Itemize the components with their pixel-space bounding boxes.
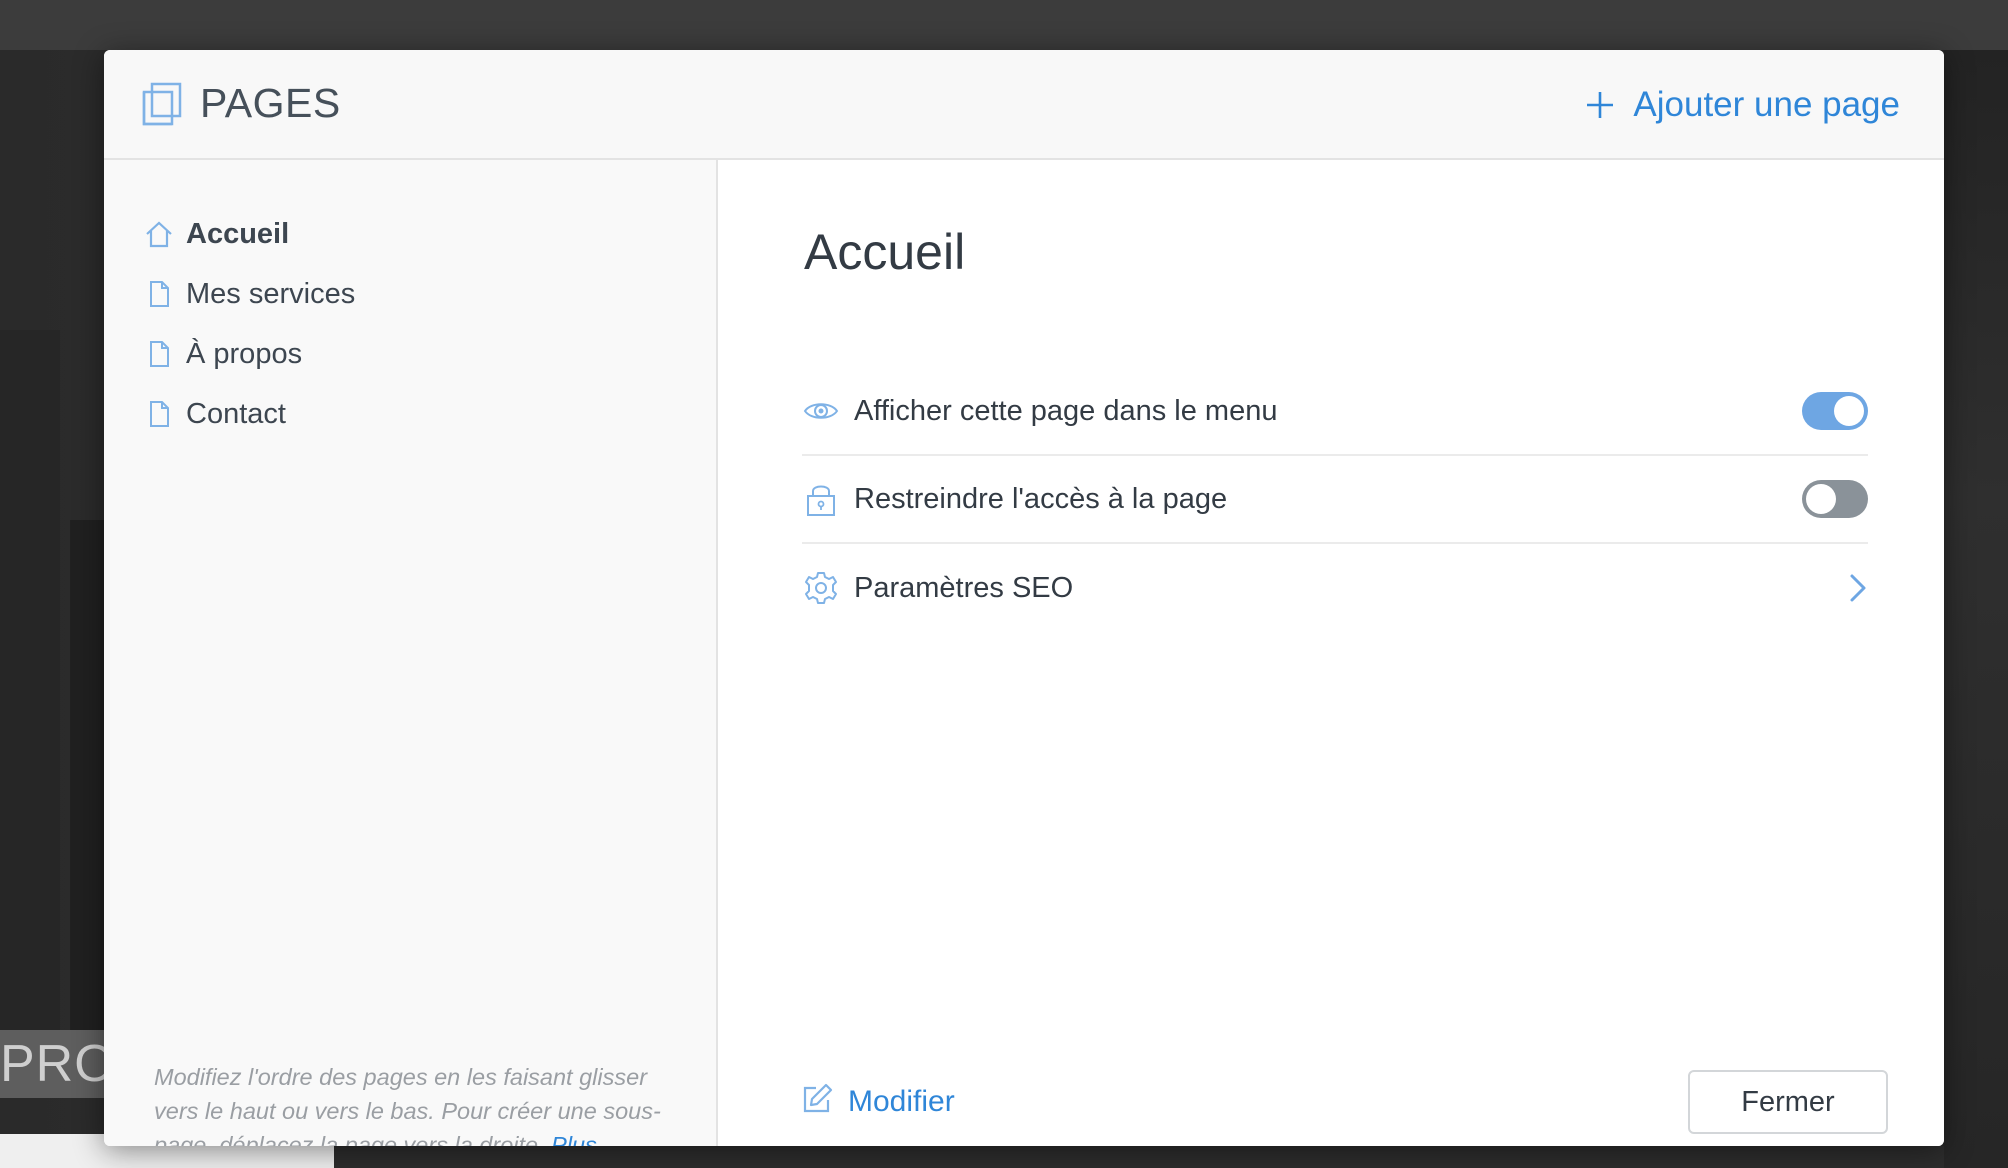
gear-icon xyxy=(802,569,840,607)
close-button[interactable]: Fermer xyxy=(1688,1070,1888,1134)
sidebar-item-mes-services[interactable]: Mes services xyxy=(144,272,355,316)
setting-show-in-menu: Afficher cette page dans le menu xyxy=(802,368,1868,456)
page-settings-panel: Accueil Afficher cette page dans le menu xyxy=(718,160,1944,1146)
backdrop-shape xyxy=(0,330,60,1030)
pages-icon xyxy=(140,82,184,126)
modal-header: PAGES Ajouter une page xyxy=(104,50,1944,160)
pages-sidebar: Accueil Mes services À propos Contact Mo… xyxy=(104,160,718,1146)
setting-label: Afficher cette page dans le menu xyxy=(854,394,1278,427)
setting-seo[interactable]: Paramètres SEO xyxy=(802,544,1868,632)
modify-button[interactable]: Modifier xyxy=(802,1082,955,1122)
sidebar-item-label: Mes services xyxy=(186,277,356,310)
modal-title: PAGES xyxy=(200,80,341,126)
sidebar-help-text: Modifiez l'ordre des pages en les faisan… xyxy=(154,1060,694,1146)
edit-icon xyxy=(802,1082,834,1122)
lock-icon xyxy=(802,480,840,518)
sidebar-item-label: À propos xyxy=(186,337,303,370)
restrict-access-toggle[interactable] xyxy=(1802,480,1868,518)
add-page-button[interactable]: Ajouter une page xyxy=(1585,80,1900,130)
page-icon xyxy=(144,399,174,429)
setting-label: Restreindre l'accès à la page xyxy=(854,482,1228,515)
setting-restrict-access: Restreindre l'accès à la page xyxy=(802,456,1868,544)
setting-label: Paramètres SEO xyxy=(854,571,1074,604)
chevron-right-icon[interactable] xyxy=(1828,568,1868,608)
eye-icon xyxy=(802,392,840,430)
backdrop-right-strip xyxy=(1944,50,2008,1168)
sidebar-item-a-propos[interactable]: À propos xyxy=(144,332,302,376)
modify-label: Modifier xyxy=(848,1085,955,1118)
pages-modal: PAGES Ajouter une page Accueil Mes servi… xyxy=(104,50,1944,1146)
show-in-menu-toggle[interactable] xyxy=(1802,392,1868,430)
backdrop-top-bar xyxy=(0,0,2008,50)
backdrop-footer-dark xyxy=(334,1146,1944,1168)
sidebar-item-contact[interactable]: Contact xyxy=(144,392,286,436)
toggle-knob xyxy=(1806,484,1836,514)
backdrop-shape xyxy=(70,520,104,1030)
toggle-knob xyxy=(1834,396,1864,426)
add-page-label: Ajouter une page xyxy=(1633,85,1900,124)
sidebar-item-accueil[interactable]: Accueil xyxy=(144,212,289,256)
plus-icon xyxy=(1585,90,1615,120)
home-icon xyxy=(144,219,174,249)
page-icon xyxy=(144,339,174,369)
backdrop-heading-text: PROF xyxy=(0,1030,104,1098)
sidebar-item-label: Accueil xyxy=(186,217,290,250)
page-title: Accueil xyxy=(804,224,966,280)
page-icon xyxy=(144,279,174,309)
sidebar-item-label: Contact xyxy=(186,397,286,430)
